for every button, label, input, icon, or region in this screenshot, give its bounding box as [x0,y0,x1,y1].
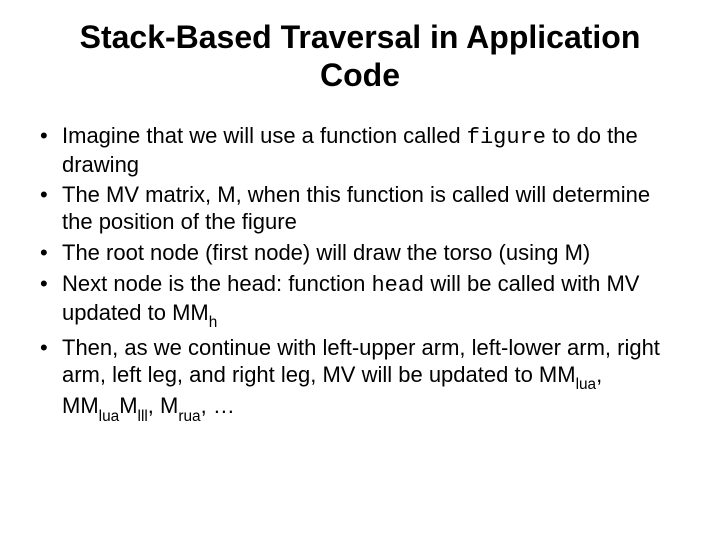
bullet-5-m2: M [119,393,137,418]
bullet-5-sub-1: lua [576,376,597,393]
slide-title: Stack-Based Traversal in Application Cod… [38,18,682,95]
bullet-1-code: figure [467,125,546,150]
bullet-1-text-a: Imagine that we will use a function call… [62,123,467,148]
bullet-2-text: The MV matrix, M, when this function is … [62,182,650,234]
bullet-5-sub-4: rua [178,408,200,425]
slide: Stack-Based Traversal in Application Cod… [0,0,720,540]
bullet-4: Next node is the head: function head wil… [38,271,682,331]
bullet-5-text-a: Then, as we continue with left-upper arm… [62,335,660,387]
bullet-list: Imagine that we will use a function call… [38,123,682,424]
bullet-5-sub-3: lll [138,408,148,425]
bullet-4-text-a: Next node is the head: function [62,271,371,296]
bullet-5-m3: , M [148,393,179,418]
bullet-5-end: , … [201,393,235,418]
bullet-4-sub: h [209,314,218,331]
bullet-3-text: The root node (first node) will draw the… [62,240,590,265]
bullet-3: The root node (first node) will draw the… [38,240,682,267]
bullet-5: Then, as we continue with left-upper arm… [38,335,682,424]
bullet-1: Imagine that we will use a function call… [38,123,682,179]
bullet-4-code: head [371,273,424,298]
bullet-5-sub-2: lua [99,408,120,425]
bullet-2: The MV matrix, M, when this function is … [38,182,682,236]
